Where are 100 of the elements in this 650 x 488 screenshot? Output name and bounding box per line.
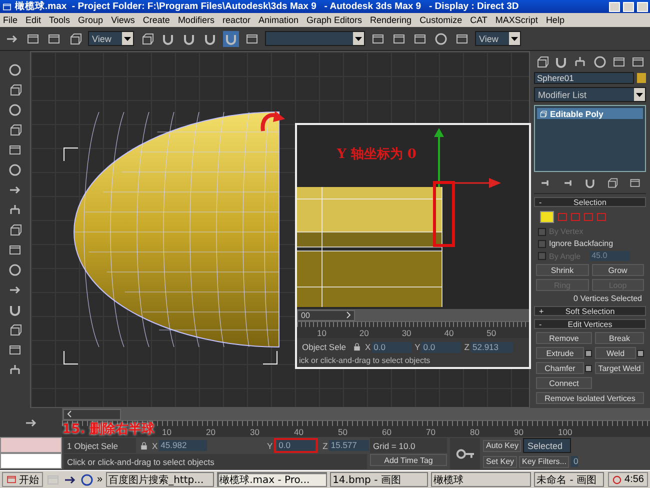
menu-item[interactable]: CAT bbox=[470, 15, 488, 25]
tool-icon[interactable] bbox=[8, 343, 22, 357]
tool-icon[interactable] bbox=[8, 243, 22, 257]
ruler-label: 70 bbox=[426, 427, 436, 437]
axis-label: X bbox=[364, 342, 371, 352]
menu-item[interactable]: Views bbox=[111, 15, 135, 25]
taskbar-button[interactable]: 未命名 - 画图 bbox=[534, 472, 604, 487]
panel-tab-icon[interactable] bbox=[612, 55, 626, 69]
stack-tool-icon[interactable] bbox=[628, 177, 641, 189]
y-field[interactable]: 0.0 bbox=[421, 342, 462, 352]
frame-field[interactable]: 0 bbox=[571, 456, 578, 467]
menu-item[interactable]: Create bbox=[142, 15, 170, 25]
taskbar-button[interactable]: 橄榄球 bbox=[430, 472, 531, 487]
minimize-button[interactable] bbox=[609, 2, 620, 12]
tool-icon[interactable] bbox=[8, 203, 22, 217]
close-button[interactable] bbox=[637, 2, 648, 12]
time-slider[interactable] bbox=[62, 408, 121, 420]
tool-icon[interactable] bbox=[8, 163, 22, 177]
tray-icon[interactable] bbox=[612, 474, 622, 484]
start-button[interactable]: 开始 bbox=[2, 472, 43, 487]
panel-tab-icon[interactable] bbox=[592, 55, 607, 69]
object-name-field[interactable]: Sphere01 bbox=[534, 72, 634, 84]
menu-item[interactable]: Rendering bbox=[370, 15, 412, 25]
menu-item[interactable]: Customize bbox=[420, 15, 462, 25]
z-field[interactable]: 52.913 bbox=[470, 342, 512, 352]
modifier-list-dropdown[interactable]: Modifier List bbox=[534, 87, 646, 102]
edit-button[interactable]: Weld bbox=[595, 347, 636, 359]
checkbox[interactable] bbox=[538, 240, 546, 248]
grow-shrink-button[interactable]: Grow bbox=[592, 264, 644, 276]
panel-tab-icon[interactable] bbox=[535, 55, 549, 69]
edit-button[interactable]: Remove bbox=[536, 332, 592, 344]
menu-item[interactable]: Graph Editors bbox=[306, 15, 362, 25]
edit-button[interactable]: Remove Isolated Vertices bbox=[536, 392, 644, 404]
tool-icon[interactable] bbox=[8, 323, 22, 337]
reference-coordinate-dropdown[interactable]: View bbox=[88, 31, 134, 46]
maximize-button[interactable] bbox=[623, 2, 634, 12]
menu-item[interactable]: Group bbox=[78, 15, 104, 25]
panel-tab-icon[interactable] bbox=[554, 55, 568, 69]
tool-icon[interactable] bbox=[8, 83, 22, 97]
grow-shrink-button[interactable]: Shrink bbox=[536, 264, 588, 276]
tool-icon[interactable] bbox=[8, 263, 22, 277]
y-field[interactable]: 0.0 bbox=[276, 440, 315, 451]
settings-button[interactable] bbox=[585, 350, 592, 356]
menu-item[interactable]: reactor bbox=[222, 15, 250, 25]
taskbar-button[interactable]: 百度图片搜索_http... bbox=[106, 472, 214, 487]
key-filters-button[interactable]: Key Filters... bbox=[519, 456, 570, 468]
tool-icon[interactable] bbox=[8, 303, 22, 317]
view-dropdown[interactable]: View bbox=[475, 31, 521, 46]
settings-button[interactable] bbox=[585, 364, 592, 372]
x-field[interactable]: 0.0 bbox=[372, 342, 412, 352]
ruler-label: 100 bbox=[558, 427, 574, 437]
edit-button[interactable]: Connect bbox=[536, 377, 592, 389]
edit-button[interactable]: Break bbox=[595, 332, 644, 344]
selection-set-dropdown[interactable] bbox=[265, 31, 365, 46]
edit-button[interactable]: Target Weld bbox=[595, 362, 644, 374]
chevron-right-icon[interactable] bbox=[346, 310, 351, 318]
tool-icon[interactable] bbox=[8, 103, 22, 117]
menu-item[interactable]: Tools bbox=[49, 15, 70, 25]
tool-icon[interactable] bbox=[8, 143, 22, 157]
magnet-icon[interactable] bbox=[223, 30, 239, 46]
tool-icon[interactable] bbox=[8, 223, 22, 237]
taskbar-button[interactable]: 14.bmp - 画图 bbox=[330, 472, 428, 487]
grid-size: Grid = 10.0 bbox=[370, 438, 447, 453]
set-key-button[interactable]: Set Key bbox=[483, 456, 518, 468]
x-field[interactable]: 45.982 bbox=[158, 440, 207, 451]
auto-key-button[interactable]: Auto Key bbox=[483, 440, 522, 452]
z-field[interactable]: 15.577 bbox=[328, 440, 369, 451]
stack-tool-icon[interactable] bbox=[584, 177, 596, 189]
more-chevron[interactable]: » bbox=[97, 474, 103, 485]
stack-tool-icon[interactable] bbox=[606, 177, 618, 189]
menu-item[interactable]: Animation bbox=[258, 15, 298, 25]
rollout-header[interactable]: - Selection bbox=[534, 197, 646, 207]
tool-icon[interactable] bbox=[8, 123, 22, 137]
menu-item[interactable]: MAXScript bbox=[495, 15, 538, 25]
tool-icon[interactable] bbox=[8, 363, 22, 377]
settings-button[interactable] bbox=[637, 350, 644, 356]
prompt-text: Click or click-and-drag to select objects bbox=[64, 454, 367, 469]
menu-item[interactable]: Edit bbox=[26, 15, 42, 25]
menu-item[interactable]: Help bbox=[546, 15, 564, 25]
time-slider[interactable]: 00 bbox=[297, 310, 355, 320]
rollout-header[interactable]: + Soft Selection bbox=[534, 306, 646, 316]
stack-item[interactable]: Editable Poly bbox=[537, 108, 643, 119]
chevron-left-icon[interactable] bbox=[66, 410, 72, 418]
menu-item[interactable]: Modifiers bbox=[178, 15, 214, 25]
lock-icon[interactable] bbox=[139, 440, 149, 450]
edit-button[interactable]: Extrude bbox=[536, 347, 584, 359]
add-time-tag-button[interactable]: Add Time Tag bbox=[370, 454, 447, 466]
taskbar-button[interactable]: 橄榄球.max - Pro... bbox=[216, 472, 327, 487]
color-swatch[interactable] bbox=[637, 73, 646, 83]
subobject-level-button[interactable] bbox=[540, 211, 554, 223]
panel-tab-icon[interactable] bbox=[630, 55, 645, 69]
menu-item[interactable]: File bbox=[3, 15, 18, 25]
axis-label: Z bbox=[464, 342, 470, 352]
tool-icon[interactable] bbox=[8, 63, 22, 77]
rollout-header[interactable]: - Edit Vertices bbox=[534, 319, 646, 329]
panel-tab-icon[interactable] bbox=[573, 55, 588, 69]
ruler-label: 90 bbox=[514, 427, 524, 437]
key-mode-dropdown[interactable]: Selected bbox=[523, 438, 571, 453]
edit-button[interactable]: Chamfer bbox=[536, 362, 584, 374]
lock-icon[interactable] bbox=[352, 342, 362, 352]
